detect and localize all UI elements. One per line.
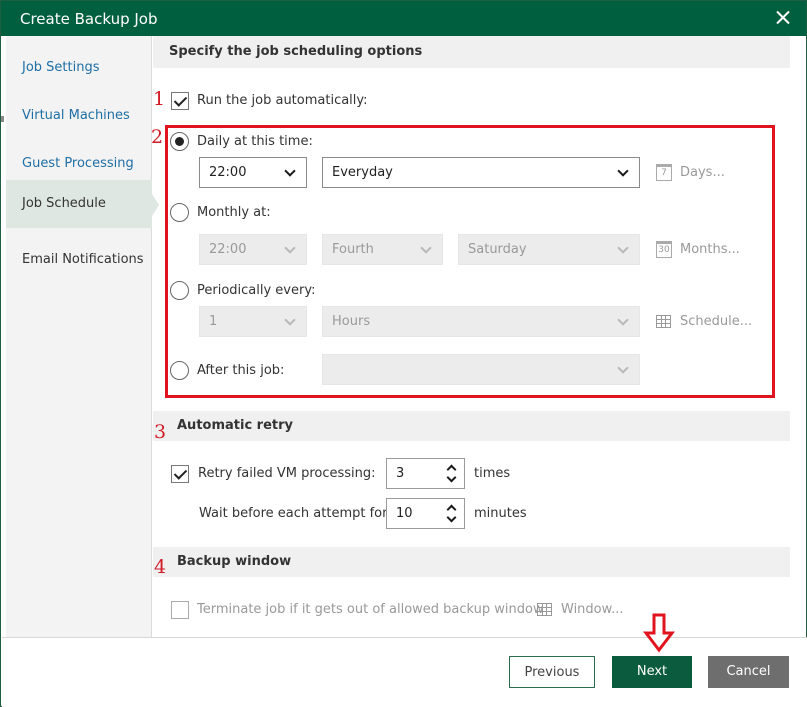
chevron-down-icon [420, 242, 432, 254]
calendar-icon: 7 [656, 164, 672, 181]
wait-minutes-value: 10 [396, 506, 413, 521]
window-button[interactable]: Window... [537, 601, 627, 621]
chevron-down-icon [617, 242, 629, 254]
periodically-label: Periodically every: [197, 283, 316, 298]
period-count-select[interactable]: 1 [199, 306, 307, 337]
period-unit-value: Hours [332, 314, 371, 329]
sidebar-item-job-settings[interactable]: Job Settings [6, 44, 152, 92]
run-automatically-label: Run the job automatically: [197, 93, 368, 108]
create-backup-job-window: Create Backup Job Job Settings Virtual M… [0, 0, 807, 707]
sidebar-item-virtual-machines[interactable]: Virtual Machines [6, 92, 152, 140]
monthly-time-select[interactable]: 22:00 [199, 234, 307, 265]
window-title: Create Backup Job [20, 10, 158, 28]
calendar-icon: 30 [656, 241, 672, 258]
days-button-label: Days... [680, 165, 725, 180]
grid-icon [537, 603, 552, 616]
cancel-button[interactable]: Cancel [708, 656, 789, 688]
months-button[interactable]: 30 Months... [656, 241, 746, 261]
daily-time-select[interactable]: 22:00 [199, 157, 307, 188]
retry-checkbox[interactable] [171, 465, 189, 483]
down-arrow-icon [643, 613, 675, 653]
chevron-down-icon [617, 314, 629, 326]
periodically-radio[interactable] [170, 281, 189, 300]
monthly-radio[interactable] [170, 203, 189, 222]
retry-label: Retry failed VM processing: [198, 466, 376, 481]
wait-unit: minutes [474, 506, 527, 521]
schedule-button[interactable]: Schedule... [656, 313, 753, 333]
close-icon[interactable] [773, 8, 793, 28]
chevron-down-icon [617, 362, 629, 374]
automatic-retry-heading: Automatic retry [153, 411, 790, 441]
sidebar-item-job-schedule[interactable]: Job Schedule [6, 180, 152, 228]
daily-frequency-value: Everyday [332, 165, 393, 180]
active-item-pointer [152, 194, 159, 216]
retry-count-value: 3 [396, 466, 405, 481]
previous-button[interactable]: Previous [509, 656, 595, 688]
after-job-radio[interactable] [170, 361, 189, 380]
retry-unit: times [474, 466, 511, 481]
edge-mark [1, 116, 4, 122]
retry-count-stepper[interactable]: 3 [386, 458, 465, 489]
wizard-sidebar: Job Settings Virtual Machines Guest Proc… [6, 36, 159, 637]
grid-icon [656, 315, 671, 328]
daily-label: Daily at this time: [197, 134, 313, 149]
run-automatically-checkbox[interactable] [171, 92, 189, 110]
days-button[interactable]: 7 Days... [656, 164, 736, 184]
monthly-day-value: Saturday [468, 242, 527, 257]
chevron-down-icon[interactable] [446, 512, 457, 523]
annotation-number-1: 1 [153, 88, 166, 110]
period-count-value: 1 [209, 314, 218, 329]
daily-radio[interactable] [170, 132, 189, 151]
monthly-label: Monthly at: [197, 205, 271, 220]
monthly-week-value: Fourth [332, 242, 374, 257]
chevron-down-icon[interactable] [446, 472, 457, 483]
title-bar: Create Backup Job [1, 1, 806, 36]
monthly-week-select[interactable]: Fourth [322, 234, 443, 265]
chevron-down-icon [284, 242, 296, 254]
annotation-number-2: 2 [151, 126, 164, 148]
monthly-day-select[interactable]: Saturday [458, 234, 640, 265]
terminate-job-label: Terminate job if it gets out of allowed … [197, 602, 544, 617]
backup-window-heading: Backup window [153, 547, 790, 577]
sidebar-item-email-notifications[interactable]: Email Notifications [6, 236, 152, 284]
months-button-label: Months... [680, 242, 740, 257]
wizard-footer: Previous Next Cancel [2, 637, 807, 707]
terminate-job-checkbox[interactable] [171, 601, 189, 619]
daily-time-value: 22:00 [209, 165, 247, 180]
monthly-time-value: 22:00 [209, 242, 247, 257]
after-job-select[interactable] [322, 354, 640, 385]
wait-minutes-stepper[interactable]: 10 [386, 498, 465, 529]
after-job-label: After this job: [197, 363, 285, 378]
daily-frequency-select[interactable]: Everyday [322, 157, 640, 188]
window-button-label: Window... [561, 602, 624, 617]
page-heading: Specify the job scheduling options [153, 36, 790, 68]
next-button[interactable]: Next [612, 656, 692, 688]
chevron-down-icon [284, 314, 296, 326]
annotation-number-3: 3 [154, 421, 167, 443]
chevron-down-icon [284, 165, 296, 177]
annotation-number-4: 4 [154, 556, 167, 578]
period-unit-select[interactable]: Hours [322, 306, 640, 337]
schedule-button-label: Schedule... [680, 314, 753, 329]
chevron-down-icon [617, 165, 629, 177]
wait-label: Wait before each attempt for: [199, 506, 392, 521]
